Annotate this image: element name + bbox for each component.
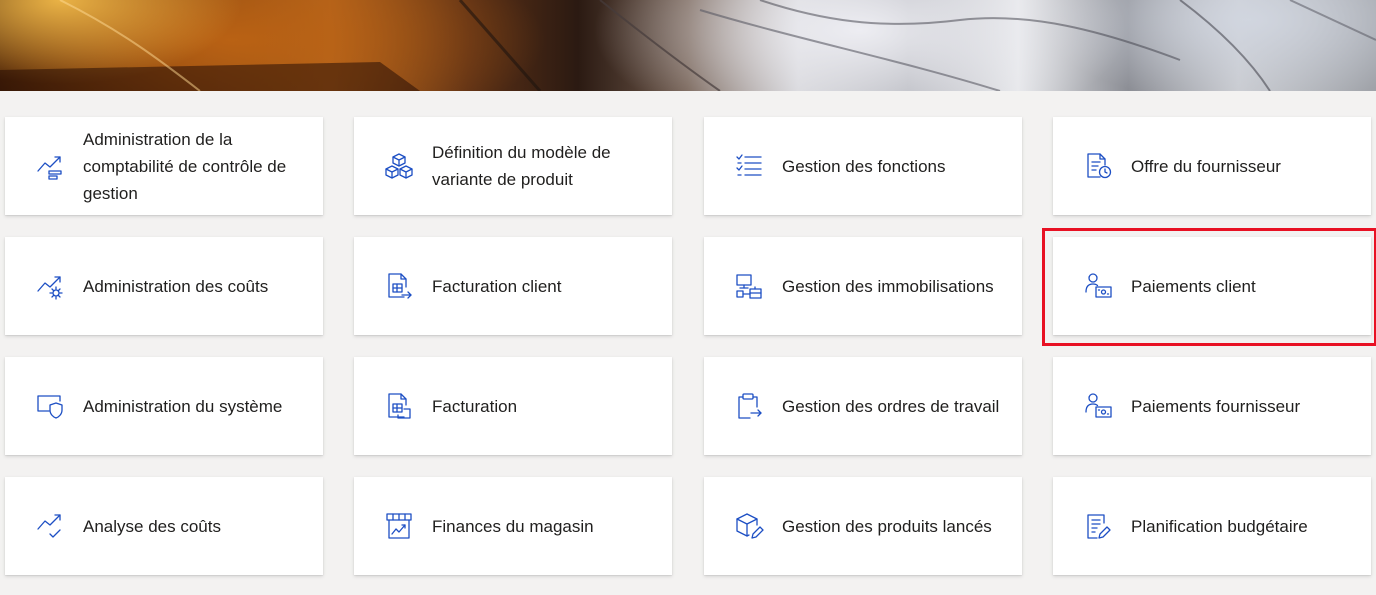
tile-gestion-des-fonctions[interactable]: Gestion des fonctions xyxy=(704,117,1022,215)
document-edit-icon xyxy=(1083,511,1113,541)
tile-gestion-des-immobilisations[interactable]: Gestion des immobilisations xyxy=(704,237,1022,335)
cubes-icon xyxy=(384,151,414,181)
tile-label: Finances du magasin xyxy=(432,516,594,536)
chart-gear-icon xyxy=(35,271,65,301)
tile-label: Gestion des immobilisations xyxy=(782,276,994,296)
tile-definition-modele-variante[interactable]: Définition du modèle de variante de prod… xyxy=(354,117,672,215)
tile-administration-du-systeme[interactable]: Administration du système xyxy=(5,357,323,455)
clipboard-arrow-icon xyxy=(734,391,764,421)
chart-trend-icon xyxy=(35,151,65,181)
tile-finances-du-magasin[interactable]: Finances du magasin xyxy=(354,477,672,575)
tile-label: Gestion des produits lancés xyxy=(782,516,992,536)
tile-label: Facturation xyxy=(432,396,518,416)
tile-paiements-client[interactable]: Paiements client xyxy=(1053,237,1371,335)
tile-administration-des-couts[interactable]: Administration des coûts xyxy=(5,237,323,335)
tile-administration-comptabilite-controle[interactable]: Administration de la comptabilité de con… xyxy=(5,117,323,215)
tile-label: Analyse des coûts xyxy=(83,516,221,536)
header-banner-image xyxy=(0,0,1376,91)
assets-icon xyxy=(734,271,764,301)
tile-offre-du-fournisseur[interactable]: Offre du fournisseur xyxy=(1053,117,1371,215)
tile-label: Paiements client xyxy=(1131,276,1256,296)
tile-label: Facturation client xyxy=(432,276,562,296)
tile-label: Gestion des ordres de travail xyxy=(782,396,1000,416)
tile-gestion-des-produits-lances[interactable]: Gestion des produits lancés xyxy=(704,477,1022,575)
invoice-arrow-icon xyxy=(384,271,414,301)
tile-label: Offre du fournisseur xyxy=(1131,156,1281,176)
tile-facturation-client[interactable]: Facturation client xyxy=(354,237,672,335)
tile-label: Paiements fournisseur xyxy=(1131,396,1301,416)
store-chart-icon xyxy=(384,511,414,541)
tile-label: Gestion des fonctions xyxy=(782,156,946,176)
tile-label: Planification budgétaire xyxy=(1131,516,1308,536)
tile-analyse-des-couts[interactable]: Analyse des coûts xyxy=(5,477,323,575)
tile-facturation[interactable]: Facturation xyxy=(354,357,672,455)
tile-label: Définition du modèle de variante de prod… xyxy=(432,143,611,189)
chart-check-icon xyxy=(35,511,65,541)
invoice-icon xyxy=(384,391,414,421)
tile-planification-budgetaire[interactable]: Planification budgétaire xyxy=(1053,477,1371,575)
tile-label: Administration du système xyxy=(83,396,283,416)
tile-label: Administration des coûts xyxy=(83,276,269,296)
person-money-icon xyxy=(1083,271,1113,301)
checklist-icon xyxy=(734,151,764,181)
shield-screen-icon xyxy=(35,391,65,421)
document-clock-icon xyxy=(1083,151,1113,181)
tile-gestion-des-ordres-de-travail[interactable]: Gestion des ordres de travail xyxy=(704,357,1022,455)
tile-label: Administration de la comptabilité de con… xyxy=(83,129,287,203)
person-money-icon xyxy=(1083,391,1113,421)
tile-paiements-fournisseur[interactable]: Paiements fournisseur xyxy=(1053,357,1371,455)
box-edit-icon xyxy=(734,511,764,541)
